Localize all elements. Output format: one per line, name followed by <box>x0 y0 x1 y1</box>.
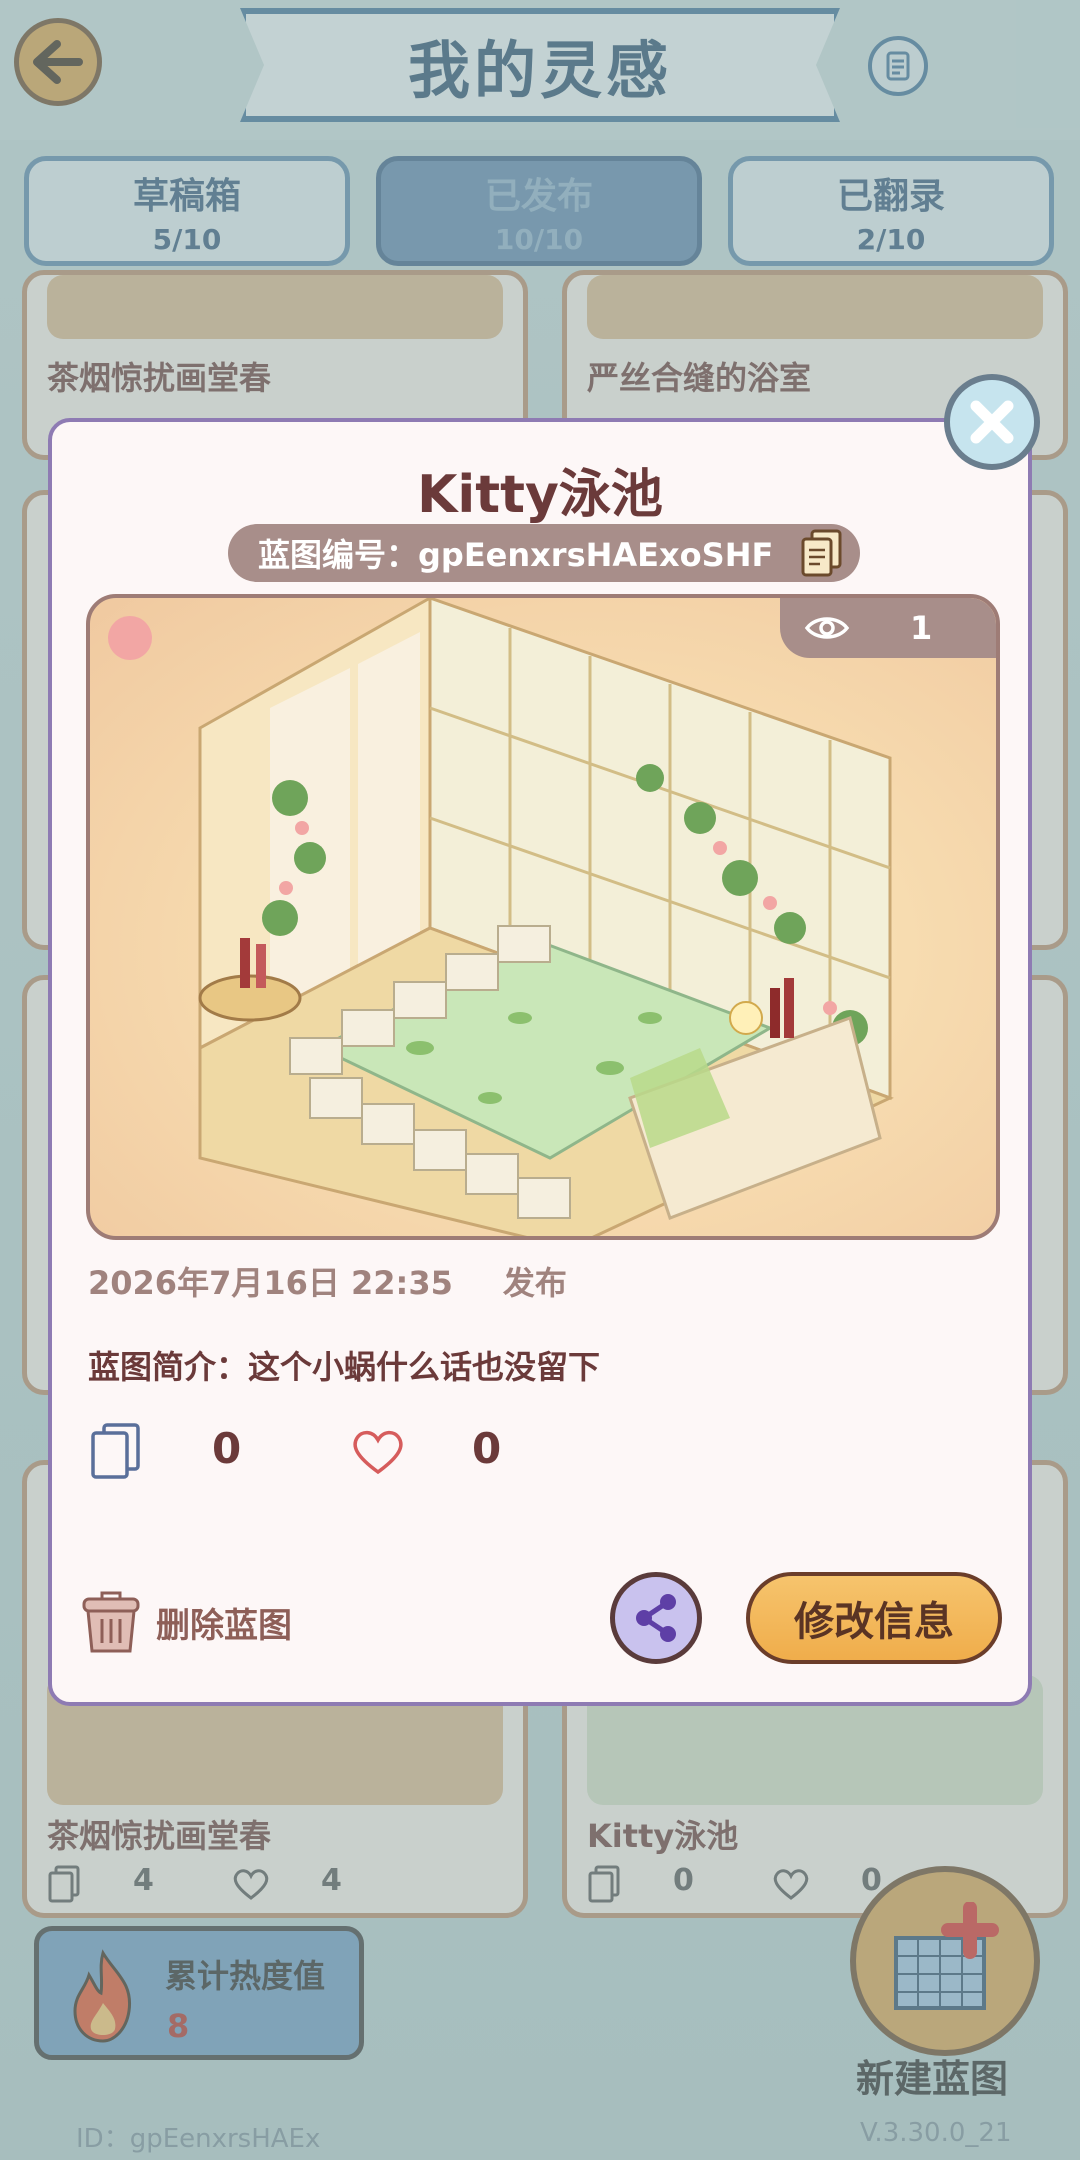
publish-info: 2026年7月16日 22:35 发布 <box>88 1258 617 1304</box>
blueprint-detail-dialog: Kitty泳池 蓝图编号：gpEenxrsHAExoSHF 1 2026年7月1… <box>48 418 1032 1706</box>
edit-info-label: 修改信息 <box>794 1599 954 1645</box>
trash-icon <box>82 1591 140 1653</box>
view-count-pill: 1 <box>780 598 996 658</box>
close-icon <box>970 400 1014 444</box>
share-icon <box>636 1594 676 1642</box>
edit-info-button[interactable]: 修改信息 <box>746 1572 1002 1664</box>
pool-room-illustration <box>108 598 894 1236</box>
dialog-title: Kitty泳池 <box>417 465 663 525</box>
copy-icon <box>91 1423 140 1479</box>
copy-code-button[interactable] <box>798 528 844 578</box>
copy-icon <box>801 529 842 577</box>
stats-row: 0 0 <box>88 1422 788 1482</box>
share-button[interactable] <box>610 1572 702 1664</box>
blueprint-preview-image: 1 <box>86 594 1000 1240</box>
view-count: 1 <box>910 609 933 647</box>
blueprint-description: 蓝图简介：这个小蜗什么话也没留下 <box>88 1348 601 1386</box>
eye-icon <box>804 617 850 639</box>
copy-count: 0 <box>212 1424 242 1473</box>
blueprint-code-pill: 蓝图编号：gpEenxrsHAExoSHF <box>228 524 860 582</box>
delete-blueprint-button[interactable]: 删除蓝图 <box>78 1586 292 1658</box>
blueprint-code: 蓝图编号：gpEenxrsHAExoSHF <box>258 536 774 574</box>
heart-icon <box>353 1430 403 1475</box>
publish-status: 发布 <box>502 1264 567 1302</box>
close-dialog-button[interactable] <box>944 374 1040 470</box>
publish-time: 2026年7月16日 22:35 <box>88 1264 453 1302</box>
like-count: 0 <box>472 1424 502 1473</box>
delete-label: 删除蓝图 <box>156 1605 292 1646</box>
